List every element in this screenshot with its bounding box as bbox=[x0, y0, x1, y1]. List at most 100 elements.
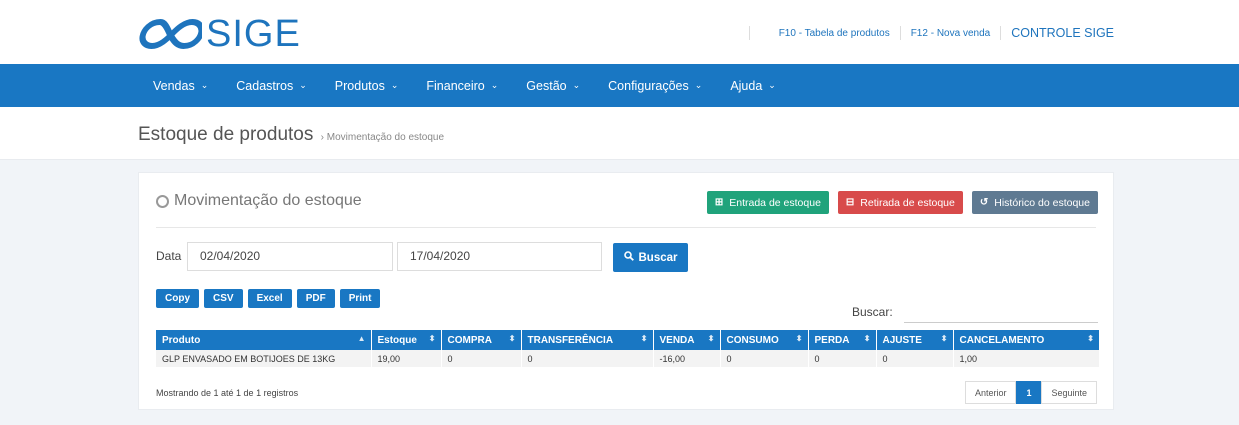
nav-label: Produtos bbox=[334, 78, 385, 93]
pdf-button[interactable]: PDF bbox=[296, 289, 335, 308]
pagination: Anterior 1 Seguinte bbox=[964, 381, 1097, 404]
col-produto[interactable]: Produto ▲ bbox=[156, 330, 372, 350]
table-search-input[interactable] bbox=[904, 299, 1098, 323]
csv-button[interactable]: CSV bbox=[204, 289, 243, 308]
sige-logo[interactable]: SIGE bbox=[138, 14, 301, 54]
table-cell: 0 bbox=[521, 350, 654, 367]
entrada-estoque-button[interactable]: ⊞ Entrada de estoque bbox=[706, 191, 829, 214]
circle-icon bbox=[156, 194, 169, 208]
page-header: Estoque de produtos › Movimentação do es… bbox=[0, 107, 1239, 160]
sort-icon: ⬍ bbox=[428, 334, 436, 343]
next-page-button[interactable]: Seguinte bbox=[1041, 381, 1097, 404]
table-cell: 0 bbox=[876, 350, 954, 367]
page-title-text: Estoque de produtos bbox=[138, 124, 314, 145]
minus-square-icon: ⊟ bbox=[845, 197, 855, 208]
chevron-down-icon: ⌄ bbox=[572, 80, 581, 90]
stock-table: Produto ▲ Estoque ⬍ COMPRA ⬍ TRANSFERÊNCIA ⬍… bbox=[156, 330, 1100, 367]
divider bbox=[899, 26, 901, 40]
page-title: Estoque de produtos › Movimentação do es… bbox=[138, 124, 444, 146]
nav-vendas[interactable]: Vendas ⌄ bbox=[153, 79, 208, 93]
column-label: PERDA bbox=[814, 334, 850, 346]
retirada-estoque-button[interactable]: ⊟ Retirada de estoque bbox=[837, 191, 963, 214]
col-estoque[interactable]: Estoque ⬍ bbox=[371, 330, 442, 350]
chevron-down-icon: ⌄ bbox=[390, 80, 399, 90]
sort-icon: ⬍ bbox=[940, 334, 948, 343]
table-search-label: Buscar: bbox=[852, 305, 893, 319]
link-controle-sige[interactable]: CONTROLE SIGE bbox=[1011, 26, 1114, 40]
column-label: VENDA bbox=[659, 334, 695, 346]
chevron-down-icon: ⌄ bbox=[694, 80, 703, 90]
top-header: SIGE F10 - Tabela de produtos F12 - Nova… bbox=[0, 0, 1239, 64]
table-cell: 0 bbox=[441, 350, 522, 367]
historico-estoque-button[interactable]: ↺ Histórico do estoque bbox=[971, 191, 1098, 214]
excel-button[interactable]: Excel bbox=[247, 289, 292, 308]
nav-gestao[interactable]: Gestão ⌄ bbox=[526, 79, 580, 93]
button-label: Histórico do estoque bbox=[994, 196, 1090, 209]
export-buttons: Copy CSV Excel PDF Print bbox=[156, 289, 385, 308]
col-consumo[interactable]: CONSUMO ⬍ bbox=[720, 330, 809, 350]
search-button[interactable]: Buscar bbox=[613, 243, 688, 272]
sort-icon: ⬍ bbox=[1087, 334, 1094, 343]
nav-ajuda[interactable]: Ajuda ⌄ bbox=[730, 79, 776, 93]
col-compra[interactable]: COMPRA ⬍ bbox=[441, 330, 522, 350]
nav-label: Configurações bbox=[608, 78, 689, 93]
nav-label: Gestão bbox=[526, 78, 567, 93]
top-links: F10 - Tabela de produtos F12 - Nova vend… bbox=[779, 26, 1114, 40]
column-label: Estoque bbox=[377, 334, 417, 346]
col-ajuste[interactable]: AJUSTE ⬍ bbox=[876, 330, 954, 350]
chevron-down-icon: ⌄ bbox=[200, 80, 209, 90]
sort-icon: ⬍ bbox=[640, 334, 648, 343]
column-label: TRANSFERÊNCIA bbox=[527, 334, 614, 346]
column-label: AJUSTE bbox=[882, 334, 922, 346]
sort-icon: ⬍ bbox=[863, 334, 871, 343]
nav-label: Financeiro bbox=[426, 78, 485, 93]
link-nova-venda[interactable]: F12 - Nova venda bbox=[911, 28, 991, 39]
copy-button[interactable]: Copy bbox=[156, 289, 199, 308]
column-label: COMPRA bbox=[447, 334, 492, 346]
sort-icon: ⬍ bbox=[508, 334, 516, 343]
print-button[interactable]: Print bbox=[339, 289, 381, 308]
table-cell: 1,00 bbox=[953, 350, 1100, 367]
chevron-down-icon: ⌄ bbox=[490, 80, 499, 90]
divider bbox=[749, 26, 750, 40]
date-to-input[interactable]: 17/04/2020 bbox=[397, 242, 602, 271]
plus-square-icon: ⊞ bbox=[714, 197, 724, 208]
col-transferencia[interactable]: TRANSFERÊNCIA ⬍ bbox=[521, 330, 654, 350]
table-cell: 0 bbox=[720, 350, 809, 367]
nav-produtos[interactable]: Produtos ⌄ bbox=[335, 79, 399, 93]
date-from-input[interactable]: 02/04/2020 bbox=[187, 242, 393, 271]
nav-cadastros[interactable]: Cadastros ⌄ bbox=[236, 79, 307, 93]
brand-name: SIGE bbox=[206, 13, 301, 55]
infinity-logo-icon bbox=[139, 19, 202, 49]
table-header-row: Produto ▲ Estoque ⬍ COMPRA ⬍ TRANSFERÊNCIA ⬍… bbox=[156, 330, 1100, 350]
breadcrumb: › Movimentação do estoque bbox=[320, 132, 445, 143]
column-label: Produto bbox=[162, 334, 201, 346]
history-icon: ↺ bbox=[979, 197, 989, 208]
table-cell: 0 bbox=[808, 350, 877, 367]
nav-financeiro[interactable]: Financeiro ⌄ bbox=[426, 79, 498, 93]
sort-icon: ▲ bbox=[357, 334, 366, 343]
col-perda[interactable]: PERDA ⬍ bbox=[808, 330, 877, 350]
link-tabela-produtos[interactable]: F10 - Tabela de produtos bbox=[779, 28, 890, 39]
button-label: Entrada de estoque bbox=[729, 196, 821, 209]
col-venda[interactable]: VENDA ⬍ bbox=[653, 330, 721, 350]
button-label: Buscar bbox=[638, 251, 678, 264]
card-title-text: Movimentação do estoque bbox=[174, 192, 362, 209]
prev-page-button[interactable]: Anterior bbox=[964, 381, 1017, 404]
column-label: CONSUMO bbox=[726, 334, 779, 346]
table-cell: -16,00 bbox=[653, 350, 721, 367]
date-label: Data bbox=[156, 249, 182, 263]
search-icon bbox=[623, 251, 634, 264]
nav-label: Ajuda bbox=[730, 78, 763, 93]
sort-icon: ⬍ bbox=[795, 334, 803, 343]
nav-label: Vendas bbox=[153, 78, 195, 93]
nav-configuracoes[interactable]: Configurações ⌄ bbox=[608, 79, 702, 93]
col-cancelamento[interactable]: CANCELAMENTO ⬍ bbox=[953, 330, 1100, 350]
table-row: GLP ENVASADO EM BOTIJOES DE 13KG 19,00 0… bbox=[156, 350, 1100, 367]
card-actions: ⊞ Entrada de estoque ⊟ Retirada de estoque… bbox=[698, 191, 1098, 214]
page-1-button[interactable]: 1 bbox=[1016, 381, 1042, 404]
divider bbox=[1000, 26, 1002, 40]
card-title: Movimentação do estoque bbox=[156, 192, 362, 210]
table-cell: GLP ENVASADO EM BOTIJOES DE 13KG bbox=[156, 350, 372, 367]
nav-label: Cadastros bbox=[236, 78, 294, 93]
